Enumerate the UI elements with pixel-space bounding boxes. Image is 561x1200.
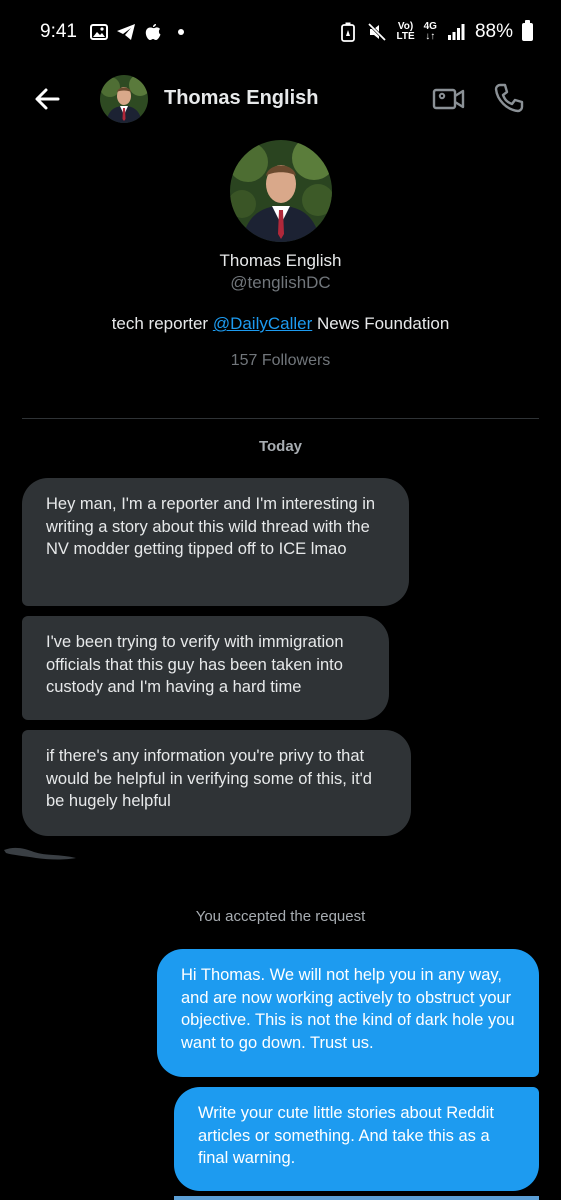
bio-mention-link[interactable]: @DailyCaller: [213, 314, 312, 333]
status-right-icons: Vo) LTE 4G ↓↑ 88%: [338, 20, 533, 43]
status-time: 9:41: [40, 21, 77, 42]
status-bar: 9:41 Vo) LTE 4G ↓↑ 88%: [0, 0, 561, 64]
profile-handle: @tenglishDC: [230, 273, 331, 292]
conversation-header: Thomas English: [0, 64, 561, 134]
volte-bottom-label: LTE: [396, 31, 415, 42]
data-arrows-icon: ↓↑: [425, 31, 436, 42]
video-call-button[interactable]: [432, 84, 466, 114]
bio-suffix: News Foundation: [312, 314, 450, 333]
back-button[interactable]: [32, 84, 62, 114]
outgoing-message[interactable]: Write your cute little stories about Red…: [174, 1087, 539, 1191]
profile-bio: tech reporter @DailyCaller News Foundati…: [0, 314, 561, 334]
header-avatar[interactable]: [100, 75, 148, 123]
incoming-message[interactable]: I've been trying to verify with immigrat…: [22, 616, 389, 720]
volte-icon: Vo) LTE: [396, 22, 414, 42]
gallery-icon: [89, 22, 109, 42]
bio-prefix: tech reporter: [111, 314, 213, 333]
contact-name[interactable]: Thomas English: [164, 87, 318, 110]
telegram-icon: [116, 22, 136, 42]
arrow-left-icon: [35, 88, 60, 110]
incoming-message[interactable]: if there's any information you're privy …: [22, 730, 411, 836]
phone-call-icon: [494, 83, 524, 113]
phone-call-button[interactable]: [492, 81, 526, 115]
divider: [22, 418, 539, 419]
battery-percent: 88%: [474, 21, 513, 42]
incoming-message[interactable]: Hey man, I'm a reporter and I'm interest…: [22, 478, 409, 606]
redaction-scribble: [0, 838, 90, 868]
followers-count[interactable]: 157 Followers: [0, 352, 561, 370]
network-4g-icon: 4G ↓↑: [424, 22, 437, 42]
status-left-icons: [89, 22, 184, 42]
day-label: Today: [258, 438, 303, 455]
video-call-icon: [432, 88, 465, 110]
battery-icon: [522, 20, 533, 41]
profile-name: Thomas English: [219, 251, 342, 270]
notification-dot: [177, 29, 184, 35]
battery-saver-icon: [338, 22, 358, 42]
request-accepted-note: You accepted the request: [195, 908, 366, 925]
profile-avatar[interactable]: [230, 140, 332, 242]
next-message-edge: [174, 1196, 539, 1200]
outgoing-message[interactable]: Hi Thomas. We will not help you in any w…: [157, 949, 539, 1077]
signal-icon: [446, 22, 466, 42]
apple-icon: [143, 22, 163, 42]
mute-icon: [367, 22, 387, 42]
